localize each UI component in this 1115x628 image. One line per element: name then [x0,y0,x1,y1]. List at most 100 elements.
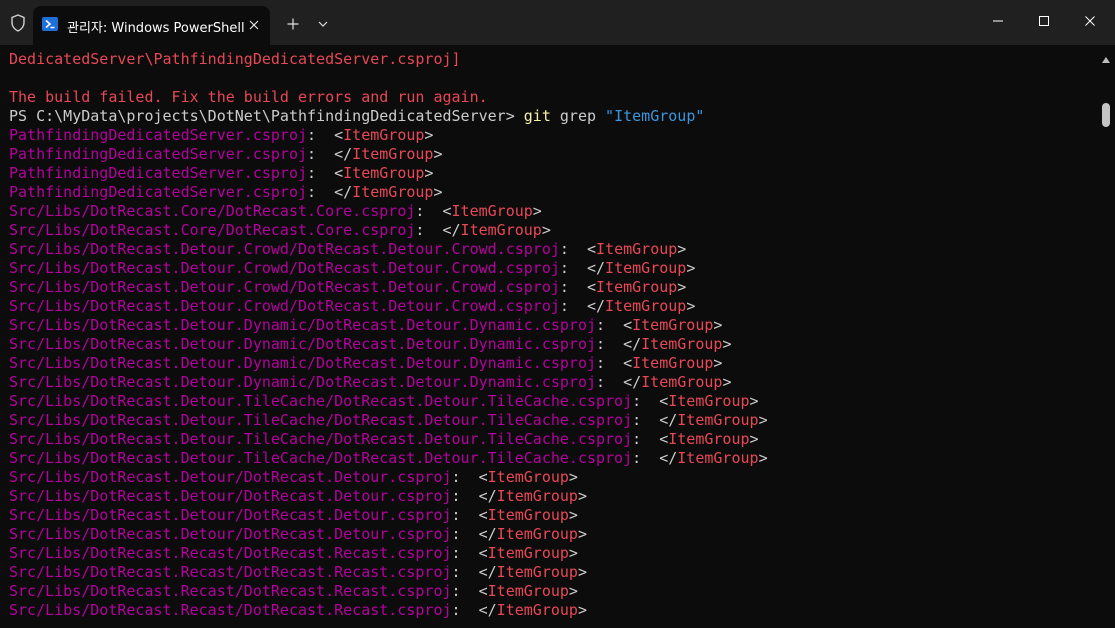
terminal-line: Src/Libs/DotRecast.Detour/DotRecast.Deto… [9,506,768,525]
plus-icon[interactable] [282,13,304,35]
terminal-line: Src/Libs/DotRecast.Detour/DotRecast.Deto… [9,525,768,544]
match-separator: : < [451,544,488,562]
string-argument: "ItemGroup" [605,107,705,125]
match-path: Src/Libs/DotRecast.Detour.TileCache/DotR… [9,411,633,429]
scrollbar-thumb[interactable] [1102,103,1110,127]
scrollbar[interactable] [1098,45,1115,628]
match-path: Src/Libs/DotRecast.Recast/DotRecast.Reca… [9,563,452,581]
match-separator: : </ [451,601,497,619]
match-path: Src/Libs/DotRecast.Detour.Crowd/DotRecas… [9,297,560,315]
terminal-line: Src/Libs/DotRecast.Detour.Crowd/DotRecas… [9,259,768,278]
match-tag: ItemGroup [596,240,678,258]
match-tag: ItemGroup [632,354,714,372]
match-tag: ItemGroup [496,487,578,505]
match-tag: ItemGroup [605,259,687,277]
match-tag: ItemGroup [632,316,714,334]
terminal-line: Src/Libs/DotRecast.Detour.TileCache/DotR… [9,392,768,411]
match-end: > [749,430,759,448]
chevron-down-icon[interactable] [313,13,333,35]
title-bar: 관리자: Windows PowerShell [0,0,1115,45]
match-tag: ItemGroup [677,449,759,467]
match-tag: ItemGroup [605,297,687,315]
terminal-line: Src/Libs/DotRecast.Detour.Crowd/DotRecas… [9,278,768,297]
terminal-line: PathfindingDedicatedServer.csproj: </Ite… [9,145,768,164]
match-separator: : </ [307,145,353,163]
command-text: git [523,107,551,125]
match-end: > [677,240,687,258]
match-tag: ItemGroup [487,506,569,524]
terminal-line: Src/Libs/DotRecast.Recast/DotRecast.Reca… [9,544,768,563]
match-separator: : </ [596,373,642,391]
terminal-line: DedicatedServer\PathfindingDedicatedServ… [9,50,768,69]
match-end: > [758,449,768,467]
close-icon[interactable] [245,16,263,34]
match-end: > [577,525,587,543]
match-end: > [532,202,542,220]
error-text: DedicatedServer\PathfindingDedicatedServ… [9,50,461,68]
terminal-line: Src/Libs/DotRecast.Recast/DotRecast.Reca… [9,601,768,620]
match-path: PathfindingDedicatedServer.csproj [9,183,308,201]
minimize-icon[interactable] [975,0,1021,42]
match-tag: ItemGroup [668,392,750,410]
terminal-line: Src/Libs/DotRecast.Detour.TileCache/DotR… [9,411,768,430]
terminal-line: PathfindingDedicatedServer.csproj: <Item… [9,164,768,183]
match-end: > [424,164,434,182]
terminal-line: Src/Libs/DotRecast.Recast/DotRecast.Reca… [9,582,768,601]
tab-powershell[interactable]: 관리자: Windows PowerShell [33,6,270,45]
match-separator: : </ [307,183,353,201]
argument-text: grep [550,107,606,125]
match-end: > [713,354,723,372]
match-separator: : < [307,126,344,144]
match-path: Src/Libs/DotRecast.Detour.Crowd/DotRecas… [9,240,560,258]
match-separator: : < [451,506,488,524]
tab-title: 관리자: Windows PowerShell [67,21,245,36]
match-path: Src/Libs/DotRecast.Detour/DotRecast.Deto… [9,487,452,505]
scroll-up-icon[interactable] [1102,48,1110,67]
terminal-line: Src/Libs/DotRecast.Detour/DotRecast.Deto… [9,487,768,506]
match-separator: : < [415,202,452,220]
match-separator: : </ [415,221,461,239]
maximize-icon[interactable] [1021,0,1067,42]
terminal-output[interactable]: DedicatedServer\PathfindingDedicatedServ… [0,45,1098,628]
match-path: Src/Libs/DotRecast.Detour/DotRecast.Deto… [9,506,452,524]
window-close-icon[interactable] [1067,0,1113,42]
match-separator: : </ [596,335,642,353]
match-path: Src/Libs/DotRecast.Recast/DotRecast.Reca… [9,544,452,562]
match-path: Src/Libs/DotRecast.Detour.TileCache/DotR… [9,430,633,448]
terminal-line: Src/Libs/DotRecast.Detour.Dynamic/DotRec… [9,354,768,373]
match-path: Src/Libs/DotRecast.Detour/DotRecast.Deto… [9,468,452,486]
match-end: > [758,411,768,429]
match-tag: ItemGroup [641,373,723,391]
terminal-line: Src/Libs/DotRecast.Detour.TileCache/DotR… [9,430,768,449]
terminal-line: Src/Libs/DotRecast.Core/DotRecast.Core.c… [9,202,768,221]
match-path: Src/Libs/DotRecast.Detour.Dynamic/DotRec… [9,354,596,372]
match-end: > [686,259,696,277]
match-separator: : </ [559,259,606,277]
match-tag: ItemGroup [451,202,533,220]
match-path: Src/Libs/DotRecast.Recast/DotRecast.Reca… [9,582,452,600]
match-separator: : < [559,240,597,258]
match-tag: ItemGroup [487,468,569,486]
match-end: > [433,145,443,163]
match-tag: ItemGroup [343,126,425,144]
match-tag: ItemGroup [677,411,759,429]
match-separator: : </ [451,487,497,505]
match-end: > [577,487,587,505]
match-end: > [424,126,434,144]
terminal-line: Src/Libs/DotRecast.Detour.Crowd/DotRecas… [9,297,768,316]
match-separator: : < [596,316,633,334]
match-end: > [577,563,587,581]
match-path: Src/Libs/DotRecast.Detour.Dynamic/DotRec… [9,316,596,334]
terminal-line: Src/Libs/DotRecast.Recast/DotRecast.Reca… [9,563,768,582]
terminal-line: The build failed. Fix the build errors a… [9,88,768,107]
match-separator: : < [596,354,633,372]
match-tag: ItemGroup [487,544,569,562]
terminal-line: Src/Libs/DotRecast.Detour/DotRecast.Deto… [9,468,768,487]
match-separator: : </ [559,297,606,315]
match-separator: : </ [632,411,678,429]
match-tag: ItemGroup [496,525,578,543]
match-separator: : < [307,164,344,182]
terminal-line: Src/Libs/DotRecast.Detour.Dynamic/DotRec… [9,316,768,335]
match-tag: ItemGroup [596,278,678,296]
powershell-icon [42,17,58,31]
